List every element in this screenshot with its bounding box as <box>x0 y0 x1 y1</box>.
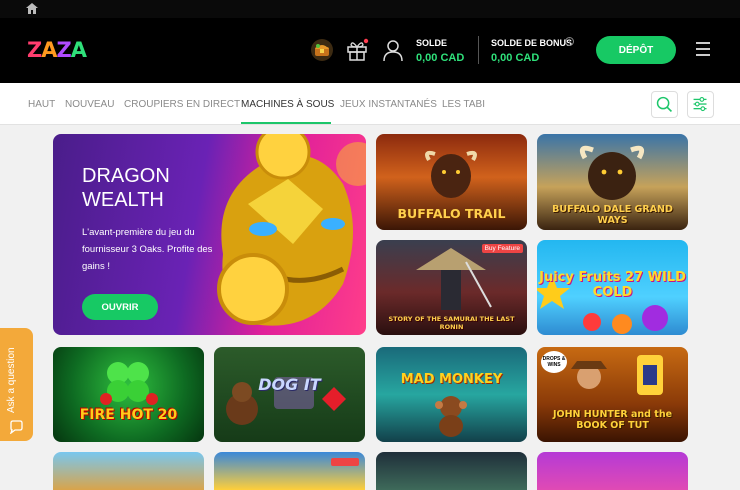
gift-icon[interactable] <box>345 38 369 62</box>
bonus-balance-value: 0,00 CAD <box>491 52 540 64</box>
clover-illustration <box>100 362 158 405</box>
game-tile-mad-monkey[interactable]: MAD MONKEY <box>376 347 527 442</box>
active-tab-underline <box>241 122 331 124</box>
game-title: BUFFALO DALE GRAND WAYS <box>552 204 673 226</box>
game-title: DOG IT <box>258 375 321 394</box>
user-icon[interactable] <box>381 38 405 62</box>
search-button[interactable] <box>651 91 678 118</box>
tab-les-tables[interactable]: LES TABI <box>442 99 485 110</box>
logo-letter: Z <box>56 38 72 62</box>
monkey-illustration <box>435 396 467 437</box>
dog-illustration <box>226 377 346 425</box>
game-tile-dog-it[interactable]: DOG IT <box>214 347 365 442</box>
deposit-button[interactable]: DÉPÔT <box>596 36 676 64</box>
logo-letter: A <box>41 38 57 62</box>
game-title: Juicy Fruits 27 WILD COLD <box>539 270 686 300</box>
filter-button[interactable] <box>687 91 714 118</box>
game-tile-buffalo-trail[interactable]: BUFFALO TRAIL <box>376 134 527 230</box>
game-title: BUFFALO TRAIL <box>397 206 506 221</box>
tab-haut[interactable]: HAUT <box>28 99 55 110</box>
balance-label: SOLDE <box>416 38 448 48</box>
bonus-balance-label: SOLDE DE BONUS <box>491 38 573 48</box>
top-strip <box>0 0 740 18</box>
open-button[interactable]: OUVRIR <box>82 294 158 320</box>
game-tile-fire-hot-20[interactable]: FIRE HOT 20 <box>53 347 204 442</box>
game-tile-buffalo-dale[interactable]: BUFFALO DALE GRAND WAYS <box>537 134 688 230</box>
chest-icon[interactable] <box>310 38 334 62</box>
feature-banner[interactable]: DRAGON WEALTH L'avant-première du jeu du… <box>53 134 366 335</box>
tab-jeux-instantanes[interactable]: JEUX INSTANTANÉS <box>340 99 437 110</box>
menu-icon[interactable] <box>696 42 710 56</box>
logo-letter: Z <box>27 38 42 62</box>
tab-nouveau[interactable]: NOUVEAU <box>65 99 114 110</box>
zaza-logo[interactable]: ZAZA <box>27 38 87 64</box>
game-tile-partial[interactable] <box>376 452 527 490</box>
filter-icon <box>693 97 707 112</box>
tab-croupiers-en-direct[interactable]: CROUPIERS EN DIRECT <box>124 99 240 110</box>
samurai-illustration <box>416 248 492 310</box>
buy-feature-badge <box>331 458 359 466</box>
ask-question-widget[interactable]: Ask a question <box>0 328 33 441</box>
hunter-illustration <box>571 355 663 395</box>
home-icon[interactable] <box>26 3 38 14</box>
balance-value: 0,00 CAD <box>416 52 465 64</box>
game-title: JOHN HUNTER and the BOOK OF TUT <box>552 409 673 431</box>
game-tile-story-of-the-samurai[interactable]: Buy Feature STORY OF THE SAMURAI THE LAS… <box>376 240 527 335</box>
logo-letter: A <box>70 38 87 62</box>
search-icon <box>656 96 673 113</box>
ask-question-label: Ask a question <box>6 347 17 413</box>
game-tile-book-of-tut[interactable]: DROPS & WINS JOHN HUNTER and the BOOK OF… <box>537 347 688 442</box>
game-title: FIRE HOT 20 <box>79 407 178 423</box>
buffalo-illustration <box>579 145 645 200</box>
game-tile-partial[interactable] <box>53 452 204 490</box>
feature-description: L'avant-première du jeu du fournisseur 3… <box>82 227 213 272</box>
game-tile-partial[interactable] <box>537 452 688 490</box>
game-title: MAD MONKEY <box>400 372 503 387</box>
header-divider <box>478 36 479 64</box>
feature-title: DRAGON WEALTH <box>82 165 170 211</box>
buffalo-illustration <box>425 150 477 198</box>
game-tile-juicy-fruits[interactable]: Juicy Fruits 27 WILD COLD <box>537 240 688 335</box>
info-icon[interactable]: i <box>565 37 574 46</box>
game-title: STORY OF THE SAMURAI THE LAST RONIN <box>388 315 515 331</box>
game-tile-partial[interactable] <box>214 452 365 490</box>
tab-machines-a-sous[interactable]: MACHINES À SOUS <box>241 99 334 110</box>
category-nav: HAUT NOUVEAU CROUPIERS EN DIRECT MACHINE… <box>0 83 740 125</box>
chat-icon <box>9 420 23 434</box>
